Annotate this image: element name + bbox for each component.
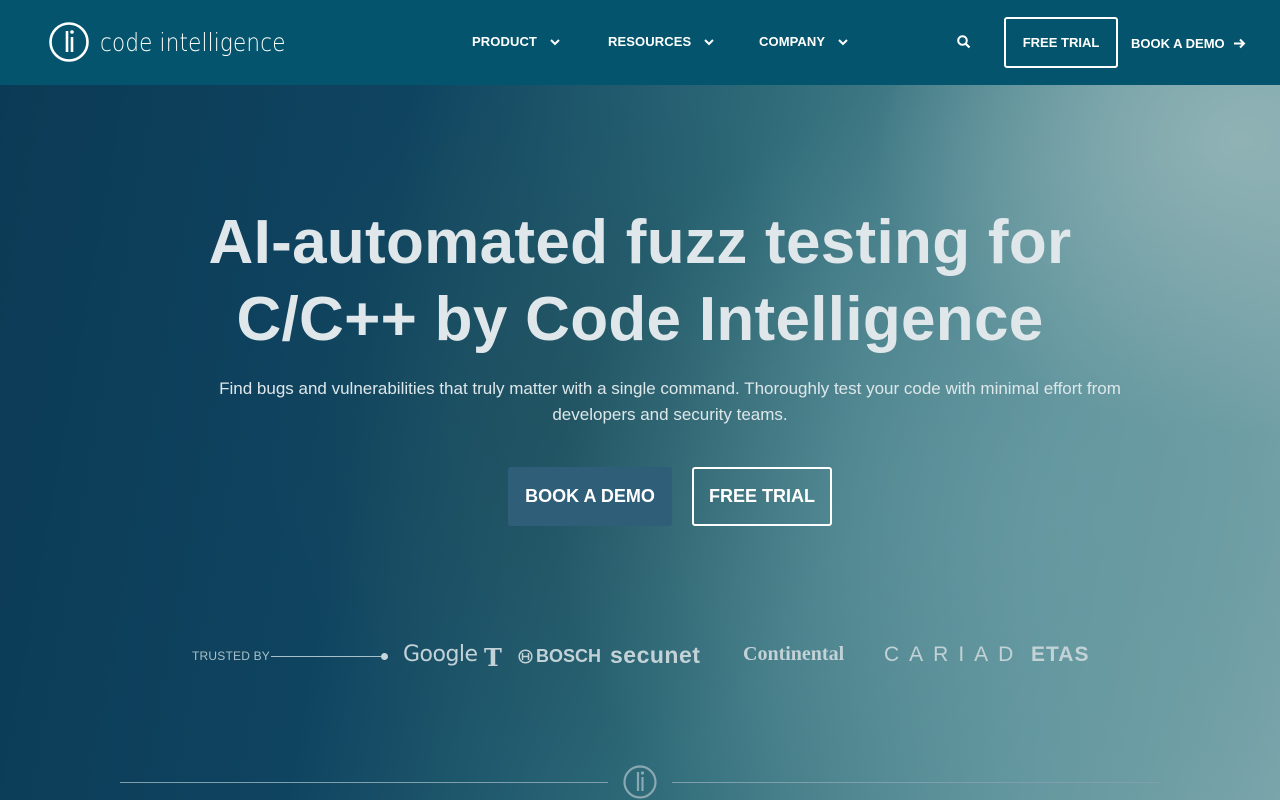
trusted-divider-line <box>271 656 383 657</box>
brand-logo-telekom: T <box>484 643 502 672</box>
brand-logo-bosch: BOSCH <box>518 646 601 667</box>
trusted-by-label: TRUSTED BY <box>192 649 271 663</box>
ci-logo-icon <box>49 22 89 62</box>
bosch-text: BOSCH <box>536 646 602 666</box>
section-divider-left <box>120 782 608 783</box>
nav-item-product-label: PRODUCT <box>472 34 537 49</box>
brand-logo-etas: ETAS <box>1031 643 1090 666</box>
arrow-right-icon <box>1233 38 1246 48</box>
nav-item-product[interactable]: PRODUCT <box>472 34 561 49</box>
brand-logo-secunet: secunet <box>610 642 701 668</box>
brand-logo-continental: Continental <box>743 643 845 665</box>
book-demo-nav-label: BOOK A DEMO <box>1131 35 1225 51</box>
chevron-down-icon <box>704 38 714 45</box>
nav-item-company-label: COMPANY <box>759 34 826 49</box>
headline-line-1: AI-automated fuzz testing for <box>208 208 1072 277</box>
brand-logo-cariad: CARIAD <box>884 643 1024 666</box>
logo-text: code intelligence <box>100 27 286 57</box>
search-icon[interactable] <box>956 34 972 50</box>
hero-subline: Find bugs and vulnerabilities that truly… <box>219 379 1121 424</box>
free-trial-nav-button[interactable]: FREE TRIAL <box>1004 17 1118 68</box>
nav-item-resources-label: RESOURCES <box>608 34 692 49</box>
trusted-divider-dot <box>381 653 388 660</box>
section-divider-right <box>672 782 1160 783</box>
book-demo-nav-link[interactable]: BOOK A DEMO <box>1131 34 1246 52</box>
top-navigation: code intelligence PRODUCT RESOURCES COMP… <box>0 0 1280 85</box>
nav-item-resources[interactable]: RESOURCES <box>608 34 715 49</box>
free-trial-button[interactable]: FREE TRIAL <box>692 467 832 526</box>
headline-line-2: C/C++ by Code Intelligence <box>236 285 1044 354</box>
ci-logo-icon <box>623 765 657 799</box>
logo[interactable]: code intelligence <box>48 22 316 62</box>
book-demo-button[interactable]: BOOK A DEMO <box>508 467 672 526</box>
hero-headline: AI-automated fuzz testing for C/C++ by C… <box>0 204 1280 358</box>
brand-logo-google: Google <box>403 642 478 667</box>
bosch-emblem-icon <box>518 649 533 664</box>
chevron-down-icon <box>550 38 560 45</box>
nav-item-company[interactable]: COMPANY <box>759 34 849 49</box>
chevron-down-icon <box>838 38 848 45</box>
